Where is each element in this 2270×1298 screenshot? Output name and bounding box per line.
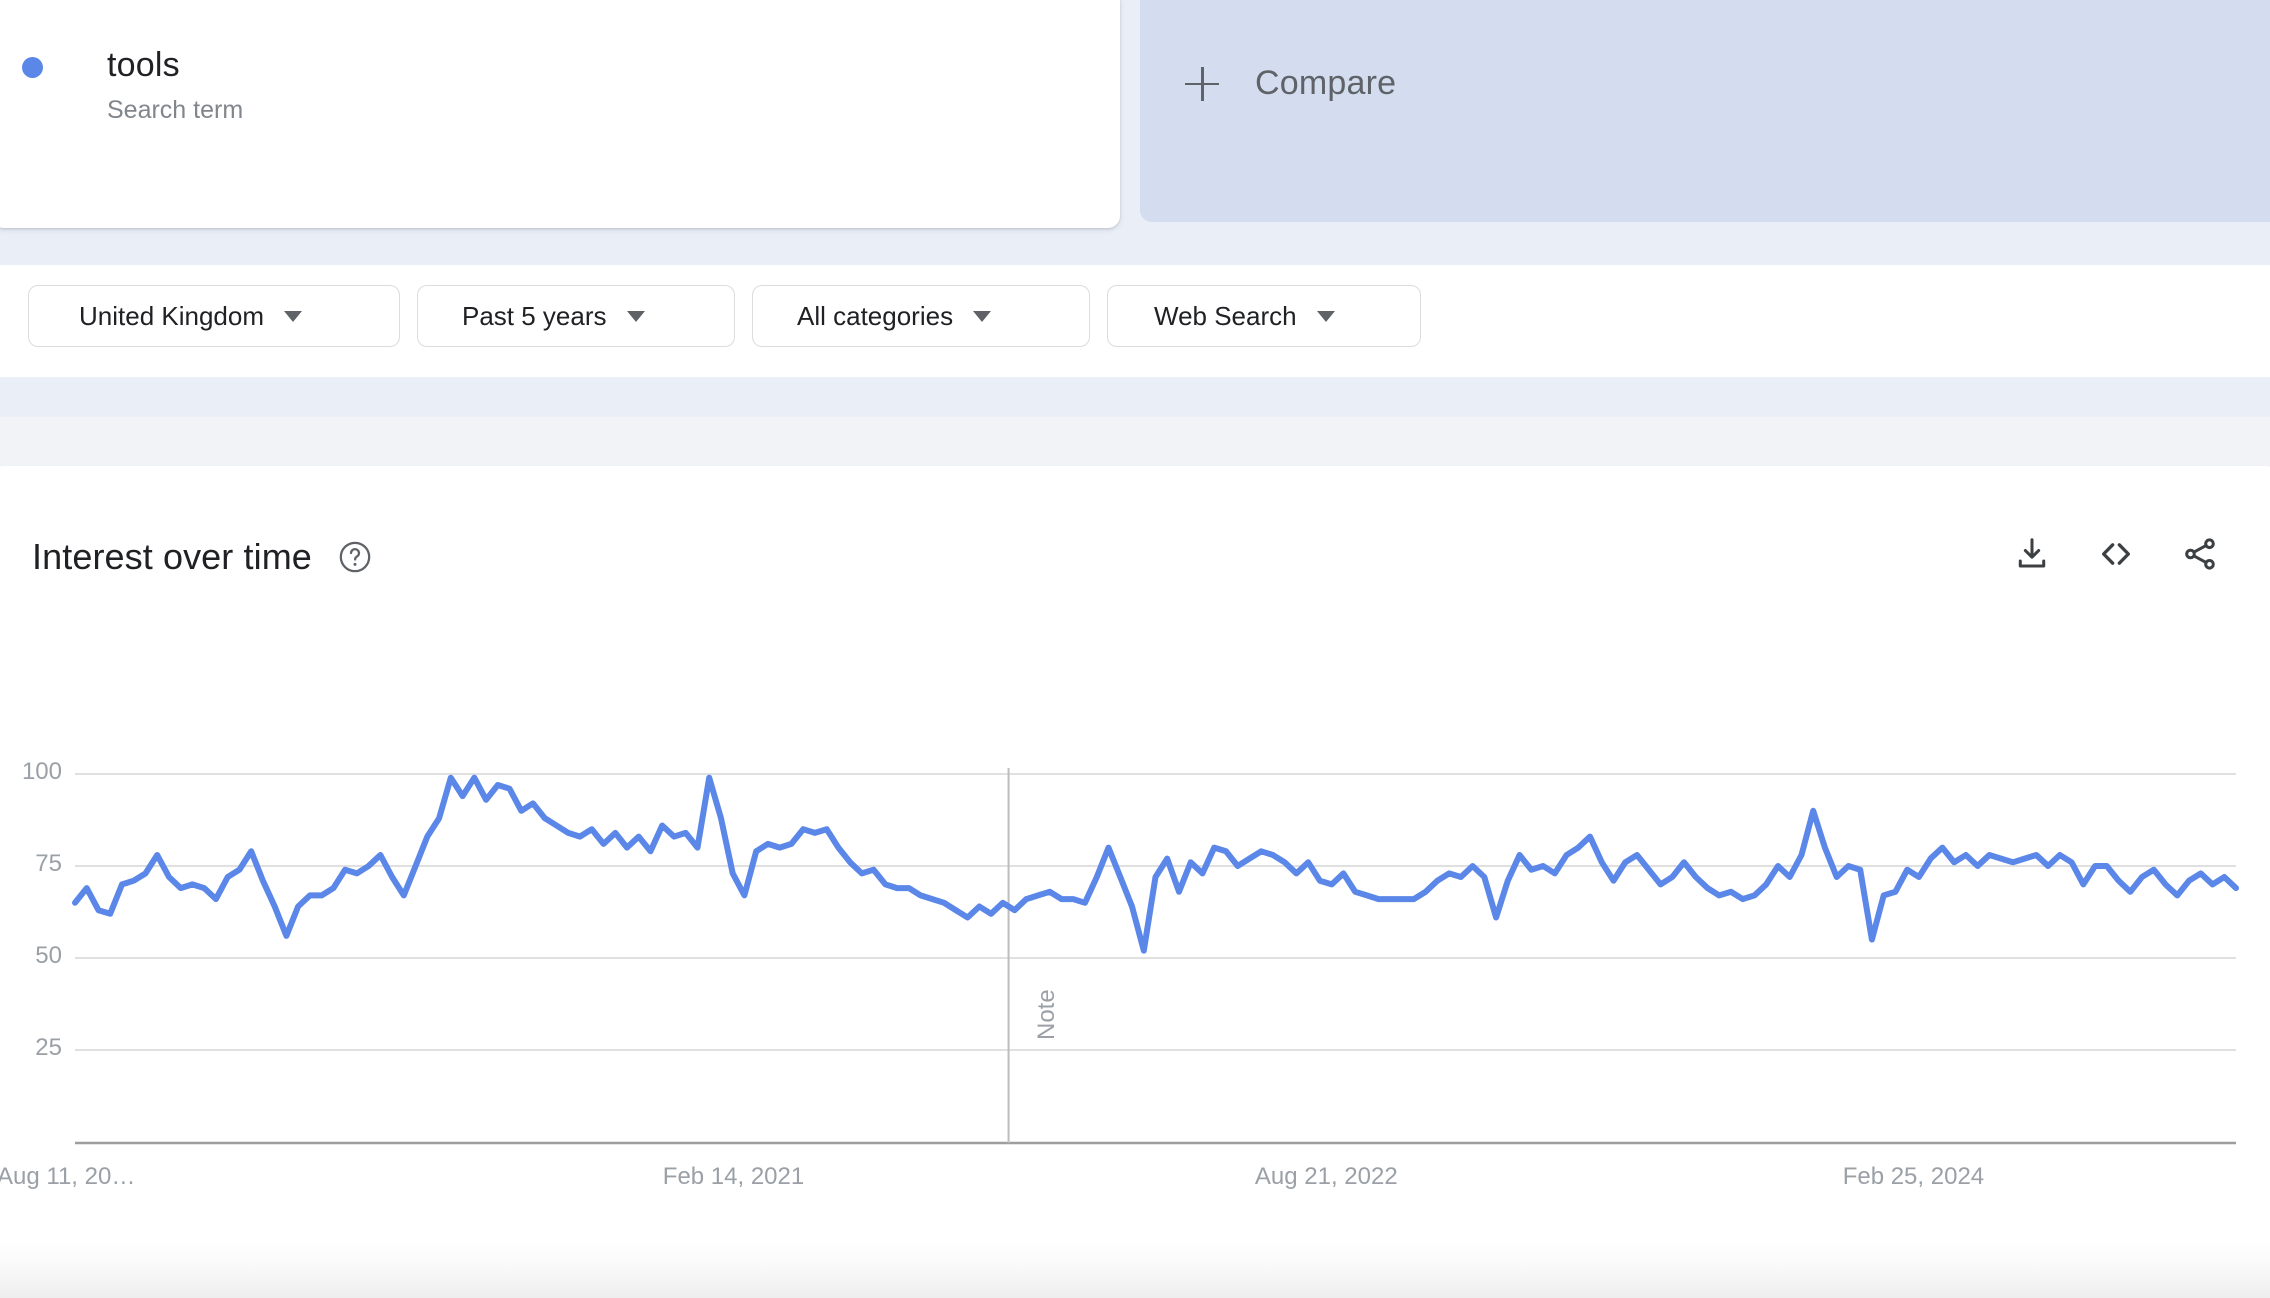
y-axis-tick-25: 25	[35, 1034, 62, 1061]
filter-time-range-label: Past 5 years	[462, 300, 607, 331]
chevron-down-icon	[1316, 310, 1335, 322]
chevron-down-icon	[973, 310, 992, 322]
google-trends-page: tools Search term Compare United Kingdom…	[0, 0, 2270, 1298]
filter-search-type-label: Web Search	[1154, 300, 1297, 331]
x-axis-tick-3: Feb 25, 2024	[1842, 1163, 1985, 1190]
search-term-card[interactable]: tools Search term	[0, 0, 1120, 228]
filter-category[interactable]: All categories	[752, 285, 1090, 347]
compare-card[interactable]: Compare	[1140, 0, 2270, 222]
search-term-content: tools Search term	[22, 45, 243, 125]
y-axis-tick-50: 50	[35, 942, 62, 969]
y-axis-tick-75: 75	[35, 850, 62, 877]
bottom-fade	[0, 1240, 2270, 1298]
chevron-down-icon	[626, 310, 645, 322]
filter-category-label: All categories	[797, 300, 954, 331]
chart-svg	[72, 768, 2239, 1145]
section-divider-gray	[0, 417, 2270, 473]
chart-note-annotation[interactable]: Note	[1033, 989, 1061, 1040]
x-axis-tick-2: Aug 21, 2022	[1254, 1163, 1398, 1190]
filter-search-type[interactable]: Web Search	[1107, 285, 1421, 347]
interest-over-time-card: Interest over time 100 75 50 25 Aug 11, …	[0, 466, 2270, 1256]
interest-over-time-chart: 100 75 50 25 Aug 11, 20… Feb 14, 2021 Au…	[0, 466, 2270, 1256]
filter-location-label: United Kingdom	[79, 300, 264, 331]
filter-chips: United Kingdom Past 5 years All categori…	[28, 285, 1421, 347]
section-divider-blue	[0, 377, 2270, 417]
y-axis-tick-100: 100	[21, 758, 62, 785]
filter-bar: United Kingdom Past 5 years All categori…	[0, 265, 2270, 377]
search-terms-zone: tools Search term Compare	[0, 0, 2270, 265]
compare-label: Compare	[1255, 64, 1397, 102]
chevron-down-icon	[284, 310, 302, 322]
search-term-label: tools	[107, 46, 180, 84]
compare-button[interactable]: Compare	[1185, 64, 1396, 103]
x-axis-tick-0: Aug 11, 20…	[0, 1163, 136, 1190]
search-term-texts: tools Search term	[107, 45, 243, 125]
filter-location[interactable]: United Kingdom	[28, 285, 400, 347]
x-axis-tick-1: Feb 14, 2021	[662, 1163, 805, 1190]
filter-time-range[interactable]: Past 5 years	[417, 285, 735, 347]
plus-icon	[1185, 66, 1219, 101]
series-color-dot	[22, 57, 43, 78]
search-term-type: Search term	[107, 96, 244, 124]
